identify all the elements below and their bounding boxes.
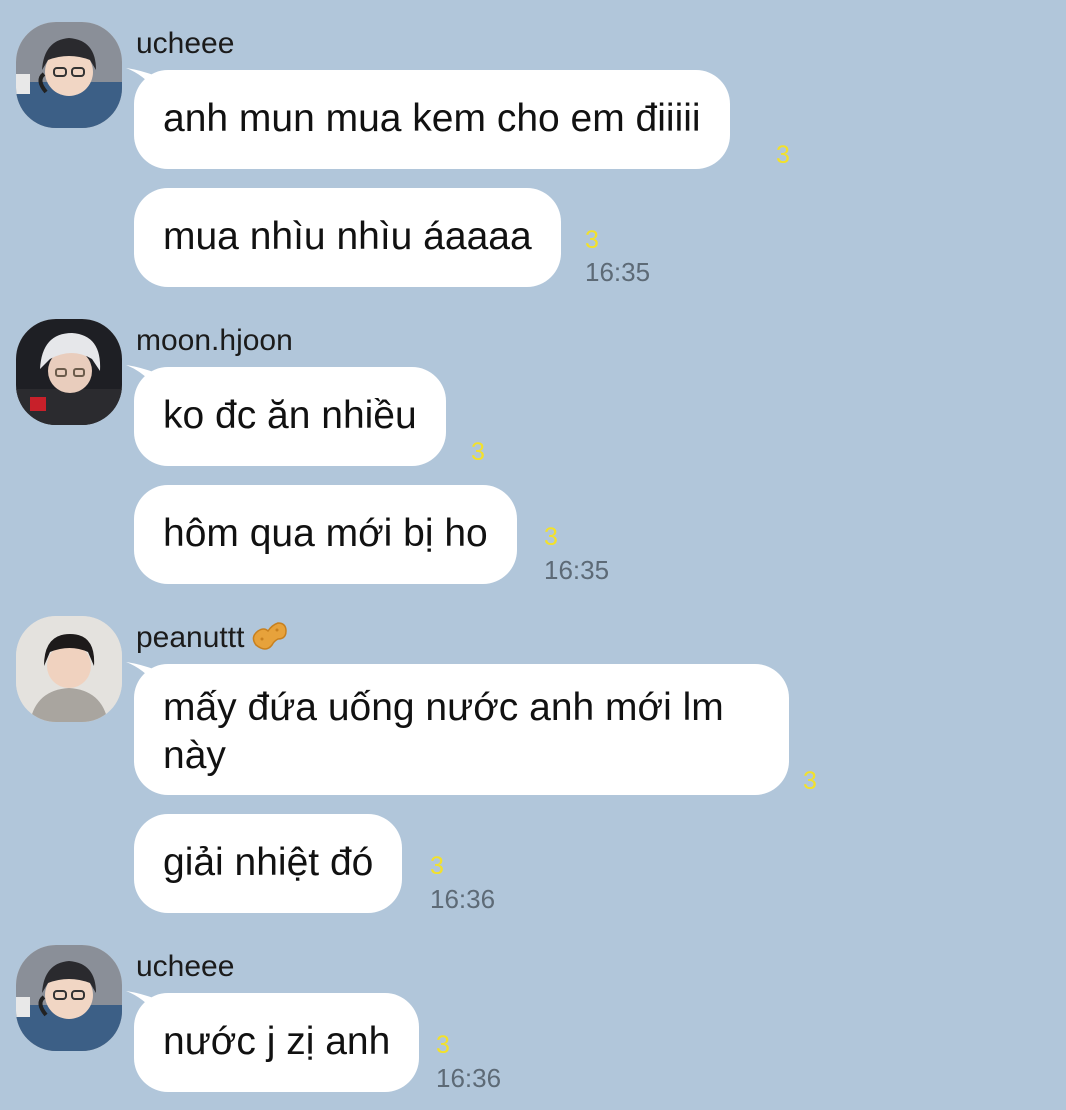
message-bubble[interactable]: ko đc ăn nhiều (134, 367, 446, 466)
unread-count: 3 (585, 226, 599, 254)
unread-count: 3 (471, 438, 485, 466)
chat-message-list: ucheee anh mun mua kem cho em điiiii 3 m… (0, 0, 1066, 1110)
sender-name: ucheee (136, 27, 235, 60)
message-timestamp: 16:35 (585, 257, 651, 287)
sender-name-text: peanuttt (136, 621, 245, 654)
message-timestamp: 16:36 (430, 884, 496, 914)
unread-count: 3 (776, 141, 790, 169)
message-timestamp: 16:35 (544, 555, 610, 585)
message-bubble[interactable]: giải nhiệt đó (134, 814, 403, 913)
message-bubble[interactable]: nước j zị anh (134, 993, 420, 1092)
message-timestamp: 16:36 (436, 1063, 502, 1093)
avatar-ucheee[interactable] (16, 945, 122, 1051)
message-bubble[interactable]: hôm qua mới bị ho (134, 485, 517, 584)
message-bubble[interactable]: anh mun mua kem cho em điiiii (134, 70, 730, 169)
unread-count: 3 (430, 852, 444, 880)
peanut-icon (253, 622, 288, 650)
sender-name: ucheee (136, 950, 235, 983)
message-bubble[interactable]: mấy đứa uống nước anh mới lm này (134, 664, 789, 795)
unread-count: 3 (544, 523, 558, 551)
avatar-ucheee[interactable] (16, 22, 122, 128)
sender-name: peanuttt (136, 620, 288, 656)
unread-count: 3 (436, 1031, 450, 1059)
avatar-peanuttt[interactable] (16, 616, 122, 722)
avatar-moon-hjoon[interactable] (16, 319, 122, 425)
unread-count: 3 (803, 767, 817, 795)
sender-name: moon.hjoon (136, 324, 293, 357)
message-bubble[interactable]: mua nhìu nhìu áaaaa (134, 188, 561, 287)
